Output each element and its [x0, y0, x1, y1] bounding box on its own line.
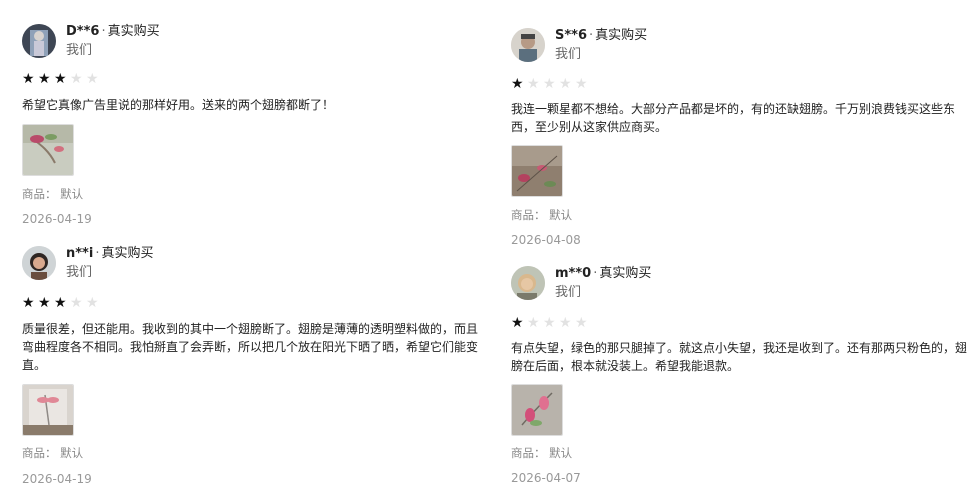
product-value: 默认 — [549, 446, 573, 460]
product-value: 默认 — [60, 446, 84, 460]
star-rating: ★ ★ ★ ★ ★ — [22, 72, 102, 86]
product-label: 商品： — [22, 446, 57, 460]
product-value: 默认 — [60, 187, 84, 201]
review-text: 有点失望，绿色的那只腿掉了。就这点小失望，我还是收到了。还有那两只粉色的，翅膀在… — [511, 341, 968, 373]
star-empty-icon: ★ — [543, 315, 557, 331]
star-filled-icon: ★ — [54, 295, 68, 311]
product-value: 默认 — [549, 208, 573, 222]
review-card: n**i · 真实购买 我们 ★ ★ ★ ★ ★ 质量很差，但还能用。我收到的其中一个翅膀断… — [22, 246, 482, 486]
review-photo[interactable] — [511, 384, 563, 436]
review-photo[interactable] — [22, 384, 74, 436]
star-filled-icon: ★ — [38, 295, 52, 311]
avatar[interactable] — [511, 28, 545, 62]
star-empty-icon: ★ — [70, 71, 84, 87]
product-label: 商品： — [511, 446, 546, 460]
avatar[interactable] — [22, 246, 56, 280]
author-subtitle: 我们 — [66, 43, 93, 58]
star-empty-icon: ★ — [575, 76, 589, 92]
star-empty-icon: ★ — [527, 76, 541, 92]
author-subtitle: 我们 — [66, 265, 93, 280]
review-card: m**0 · 真实购买 我们 ★ ★ ★ ★ ★ 有点失望，绿色的那只腿掉了。就这点小失望，… — [511, 266, 971, 485]
product-info: 商品： 默认 — [22, 445, 83, 461]
author-line: S**6 · 真实购买 — [555, 28, 648, 43]
review-card: D**6 · 真实购买 我们 ★ ★ ★ ★ ★ 希望它真像广告里说的那样好用。送来的两个翅… — [22, 24, 482, 226]
star-empty-icon: ★ — [70, 295, 84, 311]
star-rating: ★ ★ ★ ★ ★ — [511, 77, 591, 91]
product-label: 商品： — [511, 208, 546, 222]
star-empty-icon: ★ — [559, 315, 573, 331]
review-photo[interactable] — [511, 145, 563, 197]
review-card: S**6 · 真实购买 我们 ★ ★ ★ ★ ★ 我连一颗星都不想给。大部分产品都是坏的，有… — [511, 28, 971, 247]
author-line: m**0 · 真实购买 — [555, 266, 652, 281]
author-line: n**i · 真实购买 — [66, 246, 154, 261]
product-info: 商品： 默认 — [22, 186, 83, 202]
review-date: 2026-04-19 — [22, 212, 92, 226]
verified-badge: 真实购买 — [595, 28, 648, 43]
author-name: S**6 — [555, 28, 588, 43]
product-info: 商品： 默认 — [511, 445, 572, 461]
star-empty-icon: ★ — [527, 315, 541, 331]
product-info: 商品： 默认 — [511, 207, 572, 223]
star-empty-icon: ★ — [86, 295, 100, 311]
verified-badge: 真实购买 — [599, 266, 652, 281]
avatar[interactable] — [22, 24, 56, 58]
author-name: m**0 — [555, 266, 592, 281]
star-rating: ★ ★ ★ ★ ★ — [511, 316, 591, 330]
review-date: 2026-04-19 — [22, 472, 92, 486]
star-empty-icon: ★ — [86, 71, 100, 87]
avatar[interactable] — [511, 266, 545, 300]
star-filled-icon: ★ — [511, 76, 525, 92]
author-line: D**6 · 真实购买 — [66, 24, 160, 39]
star-filled-icon: ★ — [38, 71, 52, 87]
review-date: 2026-04-07 — [511, 471, 581, 485]
star-filled-icon: ★ — [22, 295, 36, 311]
author-subtitle: 我们 — [555, 47, 582, 62]
star-empty-icon: ★ — [575, 315, 589, 331]
star-filled-icon: ★ — [22, 71, 36, 87]
verified-badge: 真实购买 — [101, 246, 154, 261]
star-filled-icon: ★ — [511, 315, 525, 331]
review-date: 2026-04-08 — [511, 233, 581, 247]
star-filled-icon: ★ — [54, 71, 68, 87]
author-name: n**i — [66, 246, 94, 261]
author-name: D**6 — [66, 24, 100, 39]
review-text: 质量很差，但还能用。我收到的其中一个翅膀断了。翅膀是薄薄的透明塑料做的，而且弯曲… — [22, 322, 479, 372]
review-photo[interactable] — [22, 124, 74, 176]
star-empty-icon: ★ — [559, 76, 573, 92]
product-label: 商品： — [22, 187, 57, 201]
review-text: 希望它真像广告里说的那样好用。送来的两个翅膀都断了！ — [22, 98, 335, 112]
author-subtitle: 我们 — [555, 285, 582, 300]
star-empty-icon: ★ — [543, 76, 557, 92]
verified-badge: 真实购买 — [107, 24, 160, 39]
review-text: 我连一颗星都不想给。大部分产品都是坏的，有的还缺翅膀。千万别浪费钱买这些东西，至… — [511, 102, 956, 134]
star-rating: ★ ★ ★ ★ ★ — [22, 296, 102, 310]
